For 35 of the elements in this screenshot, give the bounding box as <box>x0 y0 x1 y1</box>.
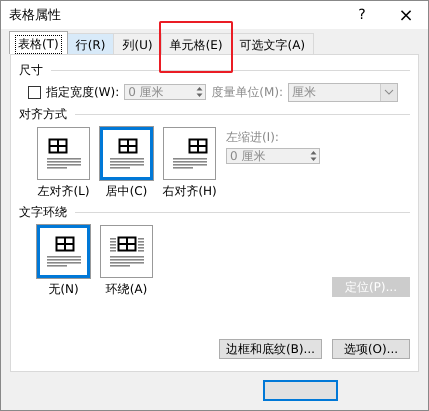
close-button[interactable]: × <box>384 1 428 29</box>
section-title: 尺寸 <box>19 62 43 78</box>
field-label: 左缩进(I): <box>226 129 280 146</box>
alignment-option[interactable] <box>37 127 90 180</box>
borders-button[interactable]: 边框和底纹(B)... <box>218 339 322 359</box>
option-label: 环绕(A) <box>106 281 148 298</box>
option-label: 左对齐(L) <box>37 183 90 200</box>
tab[interactable]: 表格(T) <box>9 31 68 54</box>
option-label: 右对齐(H) <box>162 183 217 200</box>
option-label: 居中(C) <box>106 183 148 200</box>
section-title: 对齐方式 <box>19 106 67 122</box>
tab[interactable]: 单元格(E) <box>160 33 232 54</box>
chevron-down-icon <box>384 89 394 95</box>
field-label: 度量单位(M): <box>211 84 284 100</box>
window-title: 表格属性 <box>9 7 61 24</box>
spinner-icon <box>308 149 319 163</box>
alignment-option[interactable] <box>100 127 153 180</box>
dialog-button[interactable] <box>263 380 338 401</box>
table-layout-icon <box>46 236 82 267</box>
spinner-icon <box>194 85 206 99</box>
section-title: 文字环绕 <box>19 204 67 220</box>
table-layout-icon <box>46 138 82 169</box>
alignment-option[interactable] <box>163 127 216 180</box>
option-label: 无(N) <box>48 281 79 298</box>
field-label: 指定宽度(W): <box>46 84 120 100</box>
table-layout-icon <box>108 236 144 267</box>
wrapping-option[interactable] <box>100 225 153 278</box>
wrapping-option[interactable] <box>37 225 90 278</box>
options-button[interactable]: 选项(O)... <box>332 339 410 359</box>
help-button[interactable]: ? <box>340 1 384 29</box>
table-layout-icon <box>172 138 208 169</box>
tab[interactable]: 可选文字(A) <box>230 33 314 54</box>
table-layout-icon <box>108 138 144 169</box>
tab[interactable]: 行(R) <box>66 33 114 54</box>
tab[interactable]: 列(U) <box>113 33 162 54</box>
